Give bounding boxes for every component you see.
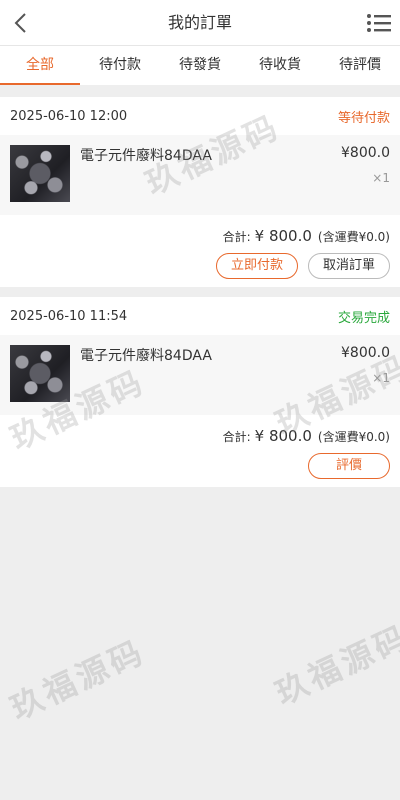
page-title: 我的訂單 bbox=[167, 13, 232, 32]
order-time: 2025-06-10 11:54 bbox=[10, 308, 128, 324]
order-header: 2025-06-10 12:00 等待付款 bbox=[0, 97, 400, 135]
tab-pending-shipment[interactable]: 待發貨 bbox=[160, 46, 240, 85]
product-thumbnail[interactable] bbox=[10, 345, 70, 402]
tab-pending-payment[interactable]: 待付款 bbox=[80, 46, 160, 85]
total-amount: ¥ 800.0 bbox=[254, 227, 312, 245]
review-button[interactable]: 評價 bbox=[308, 453, 390, 479]
order-actions: 立即付款 取消訂單 bbox=[0, 245, 400, 287]
tab-pending-receipt[interactable]: 待收貨 bbox=[240, 46, 320, 85]
product-name: 電子元件廢料84DAA bbox=[80, 148, 212, 164]
order-status: 交易完成 bbox=[337, 310, 390, 326]
total-amount: ¥ 800.0 bbox=[254, 427, 312, 445]
tab-all[interactable]: 全部 bbox=[0, 46, 80, 85]
product-quantity: ×1 bbox=[372, 171, 390, 185]
pay-now-button[interactable]: 立即付款 bbox=[215, 253, 298, 279]
order-list: 2025-06-10 12:00 等待付款 電子元件廢料84DAA ¥800.0… bbox=[0, 97, 400, 487]
watermark: 玖福源码 bbox=[269, 617, 400, 713]
order-status-tabs: 全部 待付款 待發貨 待收貨 待評價 bbox=[0, 46, 400, 86]
list-menu-icon bbox=[367, 14, 391, 32]
total-label: 合計: bbox=[222, 430, 251, 444]
order-card: 2025-06-10 11:54 交易完成 電子元件廢料84DAA ¥800.0… bbox=[0, 297, 400, 487]
order-time: 2025-06-10 12:00 bbox=[10, 108, 128, 124]
shipping-note: (含運費¥0.0) bbox=[317, 230, 390, 244]
order-total: 合計: ¥ 800.0 (含運費¥0.0) bbox=[0, 415, 400, 445]
total-label: 合計: bbox=[222, 230, 251, 244]
cancel-order-button[interactable]: 取消訂單 bbox=[307, 253, 390, 279]
order-actions: 評價 bbox=[0, 445, 400, 487]
product-quantity: ×1 bbox=[372, 371, 390, 385]
watermark: 玖福源码 bbox=[4, 632, 152, 728]
order-total: 合計: ¥ 800.0 (含運費¥0.0) bbox=[0, 215, 400, 245]
menu-button[interactable] bbox=[366, 12, 392, 34]
product-price: ¥800.0 bbox=[341, 345, 390, 361]
product-name: 電子元件廢料84DAA bbox=[80, 348, 212, 364]
shipping-note: (含運費¥0.0) bbox=[317, 430, 390, 444]
top-bar: 我的訂單 bbox=[0, 0, 400, 46]
order-card: 2025-06-10 12:00 等待付款 電子元件廢料84DAA ¥800.0… bbox=[0, 97, 400, 287]
product-row[interactable]: 電子元件廢料84DAA ¥800.0 ×1 bbox=[0, 135, 400, 215]
product-price: ¥800.0 bbox=[341, 145, 390, 161]
order-header: 2025-06-10 11:54 交易完成 bbox=[0, 297, 400, 335]
order-status: 等待付款 bbox=[337, 110, 390, 126]
product-row[interactable]: 電子元件廢料84DAA ¥800.0 ×1 bbox=[0, 335, 400, 415]
tab-pending-review[interactable]: 待評價 bbox=[320, 46, 400, 85]
product-thumbnail[interactable] bbox=[10, 145, 70, 202]
